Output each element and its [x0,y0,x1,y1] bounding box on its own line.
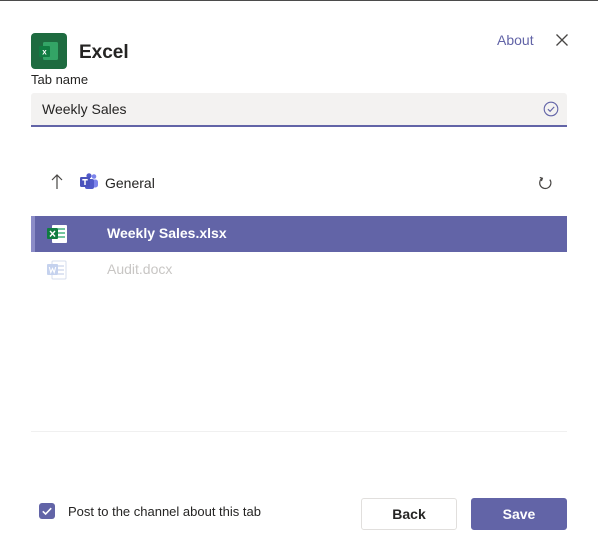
file-name: Audit.docx [107,261,173,277]
excel-file-icon [46,224,68,244]
excel-icon: x [31,33,67,69]
file-row-weekly-sales[interactable]: Weekly Sales.xlsx [31,216,567,252]
tab-name-label: Tab name [31,72,89,87]
file-row-audit: Audit.docx [31,252,567,288]
post-to-channel-label: Post to the channel about this tab [68,504,261,519]
save-button[interactable]: Save [471,498,567,530]
divider [31,431,567,432]
word-file-icon [46,260,68,280]
check-circle-icon [543,101,559,117]
tab-name-input[interactable] [42,93,522,125]
refresh-icon[interactable] [537,175,554,192]
close-icon[interactable] [553,31,571,49]
file-name: Weekly Sales.xlsx [107,225,227,241]
excel-tab-dialog: x Excel About Tab name Weekly Sales Gene… [0,0,598,559]
teams-icon [79,173,99,191]
app-title: Excel [79,42,129,63]
breadcrumb-folder[interactable]: General [105,175,155,191]
post-to-channel-checkbox[interactable] [39,503,55,519]
svg-text:x: x [42,48,47,57]
arrow-up-icon[interactable] [49,173,65,191]
back-button[interactable]: Back [361,498,457,530]
about-link[interactable]: About [497,32,534,48]
tab-name-field [31,93,567,127]
